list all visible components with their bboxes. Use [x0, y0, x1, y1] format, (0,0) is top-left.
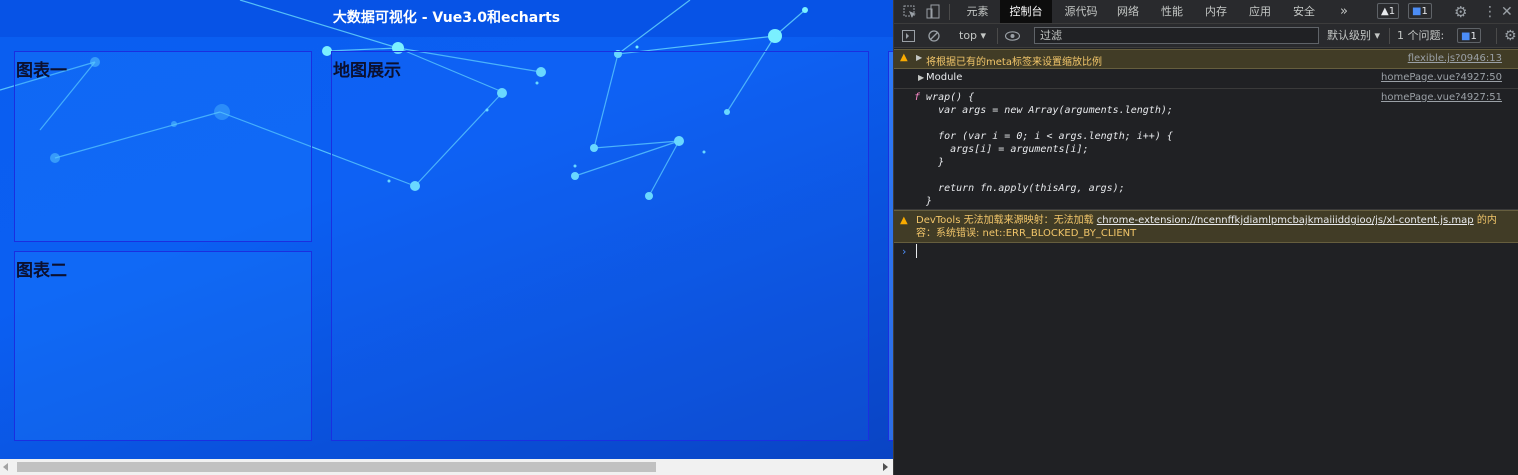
- messages-badge[interactable]: ■1: [1408, 3, 1432, 19]
- message-source-link[interactable]: homePage.vue?4927:51: [1381, 92, 1502, 103]
- warning-message: 将根据已有的meta标签来设置缩放比例: [926, 57, 1102, 68]
- issues-count: 1: [1470, 31, 1477, 42]
- chart-two-title: 图表二: [16, 261, 67, 281]
- warning-icon: ▲: [900, 52, 908, 63]
- message-source-link[interactable]: flexible.js?0946:13: [1408, 53, 1502, 64]
- console-settings-gear-icon[interactable]: ⚙: [1504, 24, 1517, 48]
- tab-security[interactable]: 安全: [1285, 0, 1323, 23]
- issues-button[interactable]: 1 个问题:: [1397, 24, 1444, 48]
- log-message: Module: [926, 72, 963, 83]
- horizontal-scrollbar[interactable]: [0, 459, 893, 475]
- console-prompt-icon: ›: [902, 245, 907, 258]
- app-viewport: 大数据可视化 - Vue3.0和echarts 图表一 图表二 地图展示: [0, 0, 893, 459]
- console-log-row[interactable]: ▶ Module homePage.vue?4927:50: [894, 69, 1518, 89]
- toolbar-divider-2: [1389, 28, 1390, 44]
- devtools-tab-bar: 元素 控制台 源代码 网络 性能 内存 应用 安全 » ▲1 ■1 ⚙ ⋮ ✕: [894, 0, 1518, 24]
- console-warning-row[interactable]: ▲ ▶ 将根据已有的meta标签来设置缩放比例 flexible.js?0946…: [894, 49, 1518, 69]
- map-title: 地图展示: [333, 61, 401, 81]
- map-panel: 地图展示: [331, 51, 869, 441]
- message-source-link[interactable]: homePage.vue?4927:50: [1381, 72, 1502, 83]
- toolbar-divider-3: [1496, 28, 1497, 44]
- expand-arrow-icon[interactable]: ▶: [916, 53, 922, 62]
- show-sidebar-icon[interactable]: [902, 30, 915, 42]
- settings-gear-icon[interactable]: ⚙: [1454, 0, 1467, 24]
- context-selector[interactable]: top ▾: [959, 24, 986, 48]
- live-expression-eye-icon[interactable]: [1005, 31, 1020, 41]
- console-toolbar: top ▾ 默认级别 ▾ 1 个问题: ■1 ⚙: [894, 24, 1518, 48]
- console-input-caret[interactable]: [916, 244, 917, 258]
- tab-sources[interactable]: 源代码: [1057, 0, 1105, 23]
- scroll-left-arrow-icon[interactable]: [3, 463, 8, 471]
- warnings-count: 1: [1388, 6, 1396, 17]
- app-title: 大数据可视化 - Vue3.0和echarts: [332, 10, 561, 26]
- log-level-value: 默认级别: [1327, 29, 1371, 42]
- tab-performance[interactable]: 性能: [1153, 0, 1191, 23]
- tab-application[interactable]: 应用: [1241, 0, 1279, 23]
- tab-memory[interactable]: 内存: [1197, 0, 1235, 23]
- context-value: top: [959, 29, 978, 42]
- scroll-right-arrow-icon[interactable]: [883, 463, 888, 471]
- tab-elements[interactable]: 元素: [957, 0, 998, 23]
- function-source-code: f wrap() { var args = new Array(argument…: [914, 92, 1173, 207]
- chart-one-title: 图表一: [16, 61, 67, 81]
- warnings-badge[interactable]: ▲1: [1377, 3, 1400, 19]
- warning-triangle-icon: ▲: [1381, 6, 1389, 17]
- inspect-element-icon[interactable]: [903, 5, 917, 19]
- more-tabs-icon[interactable]: »: [1334, 0, 1354, 23]
- console-filter-input[interactable]: [1034, 27, 1319, 44]
- toolbar-divider: [997, 28, 998, 44]
- tab-divider: [949, 4, 950, 20]
- close-devtools-icon[interactable]: ✕: [1501, 0, 1513, 24]
- expand-arrow-icon[interactable]: ▶: [918, 73, 924, 82]
- sourcemap-warning-message: DevTools 无法加载来源映射：无法加载 chrome-extension:…: [916, 214, 1506, 240]
- issues-count-badge[interactable]: ■1: [1457, 28, 1481, 43]
- log-level-selector[interactable]: 默认级别 ▾: [1327, 24, 1380, 48]
- extension-map-link[interactable]: chrome-extension://ncennffkjdiamlpmcbajk…: [1097, 215, 1474, 226]
- messages-count: 1: [1421, 6, 1428, 17]
- tab-console[interactable]: 控制台: [1000, 0, 1052, 23]
- horizontal-scroll-thumb[interactable]: [17, 462, 656, 472]
- clear-console-icon[interactable]: [928, 30, 940, 42]
- warning-text-prefix: DevTools 无法加载来源映射：无法加载: [916, 215, 1097, 226]
- tab-network[interactable]: 网络: [1109, 0, 1147, 23]
- console-sourcemap-warning-row[interactable]: ▲ DevTools 无法加载来源映射：无法加载 chrome-extensio…: [894, 210, 1518, 243]
- console-output: ▲ ▶ 将根据已有的meta标签来设置缩放比例 flexible.js?0946…: [894, 48, 1518, 475]
- more-options-icon[interactable]: ⋮: [1483, 0, 1497, 24]
- chart-two-panel: 图表二: [14, 251, 312, 441]
- warning-icon: ▲: [900, 215, 908, 226]
- console-function-row[interactable]: f wrap() { var args = new Array(argument…: [894, 89, 1518, 210]
- devtools-panel: 元素 控制台 源代码 网络 性能 内存 应用 安全 » ▲1 ■1 ⚙ ⋮ ✕ …: [893, 0, 1518, 475]
- issues-label: 1 个问题:: [1397, 29, 1445, 42]
- device-toolbar-icon[interactable]: [926, 4, 940, 20]
- chart-one-panel: 图表一: [14, 51, 312, 242]
